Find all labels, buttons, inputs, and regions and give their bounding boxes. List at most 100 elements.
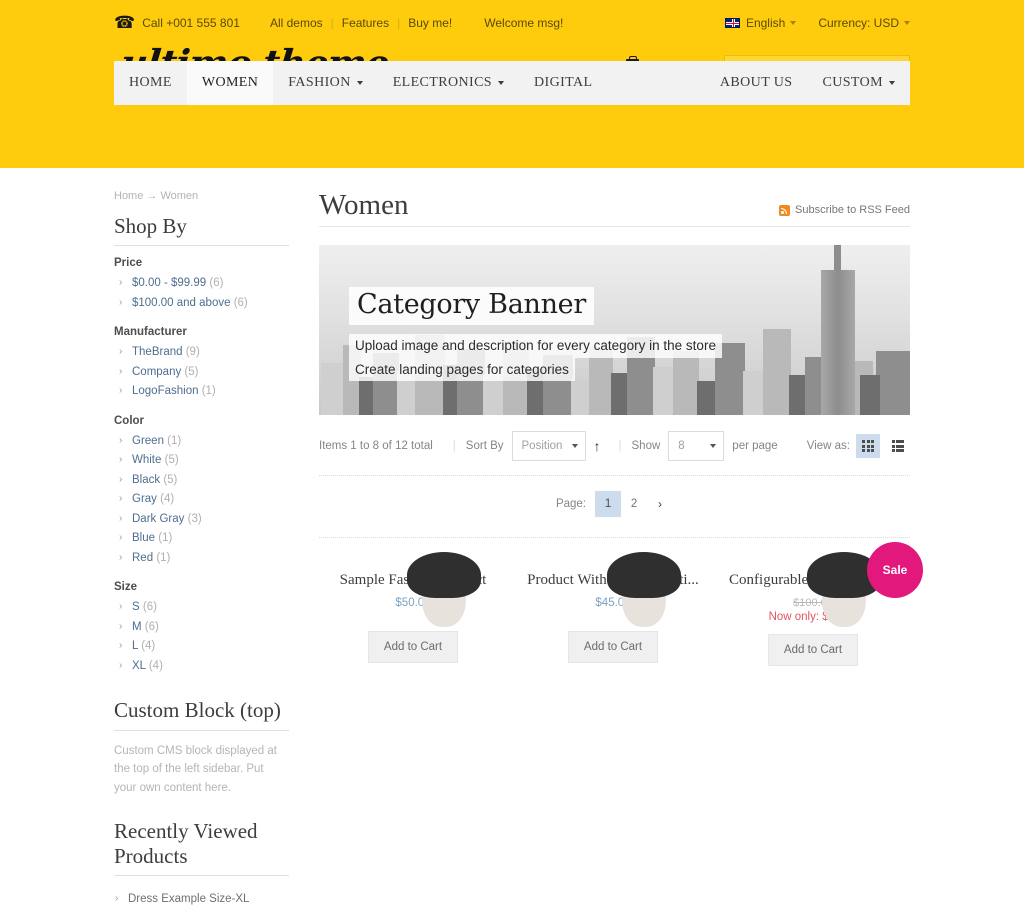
filter-option[interactable]: › Green (1) bbox=[114, 432, 289, 452]
banner-line-2: Create landing pages for categories bbox=[349, 357, 575, 382]
nav-item-home[interactable]: HOME bbox=[114, 61, 187, 105]
grid-view-icon bbox=[862, 440, 874, 453]
product-price: $45.00 bbox=[595, 597, 631, 610]
chevron-right-icon: › bbox=[119, 277, 123, 289]
filter-option-count: (3) bbox=[187, 512, 202, 525]
breadcrumb-home[interactable]: Home bbox=[114, 190, 143, 202]
pagination-page-2[interactable]: 2 bbox=[621, 491, 647, 517]
filter-option-label[interactable]: S bbox=[132, 601, 140, 613]
page-body: Home → Women Shop By Price › $0.00 - $99.… bbox=[0, 168, 1024, 909]
nav-label: ABOUT US bbox=[719, 75, 793, 90]
currency-switcher[interactable]: Currency: USD bbox=[818, 16, 910, 30]
filter-option-count: (4) bbox=[148, 659, 163, 672]
banner-building bbox=[876, 351, 910, 416]
add-to-cart-button[interactable]: Add to Cart bbox=[368, 631, 458, 664]
filter-option-count: (5) bbox=[164, 454, 179, 467]
chevron-right-icon: › bbox=[119, 434, 123, 446]
chevron-right-icon: › bbox=[119, 601, 123, 613]
filter-options: › S (6) › M (6) › L (4) › XL (4) bbox=[114, 598, 289, 676]
filter-option[interactable]: › Red (1) bbox=[114, 549, 289, 569]
link-all-demos[interactable]: All demos bbox=[270, 16, 331, 30]
nav-left-group: HOME WOMEN FASHION ELECTRONICS DIGITAL bbox=[114, 61, 607, 105]
toolbar-right: View as: bbox=[807, 434, 910, 459]
product-item: Product With Custom Opti... $45.00 Add t… bbox=[519, 552, 707, 666]
banner-building bbox=[860, 375, 880, 416]
custom-block-top: Custom Block (top) Custom CMS block disp… bbox=[114, 698, 289, 797]
filter-option[interactable]: › Blue (1) bbox=[114, 529, 289, 549]
sort-direction-button[interactable]: ↑ bbox=[594, 439, 601, 453]
nav-item-digital[interactable]: DIGITAL bbox=[519, 61, 607, 105]
link-buy-me[interactable]: Buy me! bbox=[400, 16, 460, 30]
recently-viewed-link[interactable]: Dress Example Size-XL bbox=[128, 893, 249, 905]
filter-group-size: Size › S (6) › M (6) › L (4) › XL (4) bbox=[114, 581, 289, 676]
banner-building bbox=[763, 329, 791, 416]
filter-option-label[interactable]: Company bbox=[132, 366, 181, 378]
chevron-down-icon bbox=[889, 81, 895, 85]
filter-option-label[interactable]: Green bbox=[132, 435, 164, 447]
filter-label: Price bbox=[114, 257, 143, 270]
nav-item-women[interactable]: WOMEN bbox=[186, 61, 274, 105]
product-grid: Sample Fashion Product $50.00 Add to Car… bbox=[319, 537, 923, 667]
filter-option-label[interactable]: LogoFashion bbox=[132, 385, 199, 397]
breadcrumb: Home → Women bbox=[114, 190, 289, 202]
filter-option-label[interactable]: $0.00 - $99.99 bbox=[132, 277, 206, 289]
filter-option-label[interactable]: Black bbox=[132, 474, 160, 486]
filter-option-count: (1) bbox=[156, 551, 171, 564]
filter-option-label[interactable]: L bbox=[132, 640, 138, 652]
language-switcher[interactable]: English bbox=[724, 16, 797, 30]
product-price: $50.00 bbox=[395, 597, 431, 610]
filter-option-label[interactable]: White bbox=[132, 454, 161, 466]
filter-option[interactable]: › $0.00 - $99.99 (6) bbox=[114, 274, 289, 294]
pagination-page-1[interactable]: 1 bbox=[595, 491, 622, 518]
sale-badge: Sale bbox=[867, 542, 923, 599]
rss-feed-link[interactable]: Subscribe to RSS Feed bbox=[779, 204, 910, 220]
nav-item-electronics[interactable]: ELECTRONICS bbox=[378, 61, 519, 105]
breadcrumb-separator: → bbox=[146, 190, 158, 202]
pagination-next-button[interactable]: › bbox=[647, 491, 673, 517]
filter-option[interactable]: › Dark Gray (3) bbox=[114, 510, 289, 530]
filter-option[interactable]: › S (6) bbox=[114, 598, 289, 618]
filter-option[interactable]: › XL (4) bbox=[114, 657, 289, 677]
nav-label: FASHION bbox=[288, 75, 351, 90]
link-features[interactable]: Features bbox=[334, 16, 397, 30]
sort-by-select[interactable]: Position bbox=[511, 431, 586, 462]
filter-option-label[interactable]: Blue bbox=[132, 532, 155, 544]
chevron-down-icon bbox=[790, 20, 797, 25]
show-per-page-select[interactable]: 8 bbox=[668, 431, 725, 462]
chevron-down-icon bbox=[356, 81, 363, 85]
filter-option[interactable]: › LogoFashion (1) bbox=[114, 382, 289, 402]
sort-by-label: Sort By bbox=[465, 440, 504, 453]
filter-option-label[interactable]: M bbox=[132, 621, 142, 633]
nav-item-fashion[interactable]: FASHION bbox=[273, 61, 377, 105]
filter-option-label[interactable]: Gray bbox=[132, 493, 157, 505]
filter-option[interactable]: › Black (5) bbox=[114, 471, 289, 491]
grid-view-button[interactable] bbox=[856, 434, 880, 459]
uk-flag-icon bbox=[724, 17, 740, 28]
filter-option-label[interactable]: $100.00 and above bbox=[132, 297, 230, 309]
filter-option-count: (6) bbox=[142, 601, 157, 614]
filter-option-label[interactable]: Red bbox=[132, 552, 153, 564]
divider: | bbox=[452, 440, 456, 453]
list-item[interactable]: › Dress Example Size-XL bbox=[114, 887, 289, 909]
filter-option-label[interactable]: XL bbox=[132, 660, 146, 672]
filter-option[interactable]: › L (4) bbox=[114, 637, 289, 657]
list-view-button[interactable] bbox=[886, 434, 910, 458]
chevron-right-icon: › bbox=[119, 296, 123, 308]
filter-option-label[interactable]: TheBrand bbox=[132, 346, 183, 358]
nav-item-about-us[interactable]: ABOUT US bbox=[705, 61, 808, 105]
page-title: Women bbox=[319, 189, 409, 221]
add-to-cart-button[interactable]: Add to Cart bbox=[768, 634, 858, 667]
filter-option[interactable]: › TheBrand (9) bbox=[114, 343, 289, 363]
chevron-right-icon: › bbox=[119, 551, 123, 563]
filter-option[interactable]: › $100.00 and above (6) bbox=[114, 294, 289, 314]
filter-option[interactable]: › Gray (4) bbox=[114, 490, 289, 510]
left-sidebar: Home → Women Shop By Price › $0.00 - $99.… bbox=[114, 190, 289, 909]
demo-links: All demos | Features | Buy me! bbox=[270, 16, 460, 30]
filter-option-label[interactable]: Dark Gray bbox=[132, 513, 184, 525]
filter-option[interactable]: › Company (5) bbox=[114, 363, 289, 383]
nav-item-custom[interactable]: CUSTOM bbox=[808, 61, 911, 105]
add-to-cart-button[interactable]: Add to Cart bbox=[568, 631, 658, 664]
nav-right-group: ABOUT US CUSTOM bbox=[705, 61, 910, 105]
filter-option[interactable]: › M (6) bbox=[114, 618, 289, 638]
filter-option[interactable]: › White (5) bbox=[114, 451, 289, 471]
